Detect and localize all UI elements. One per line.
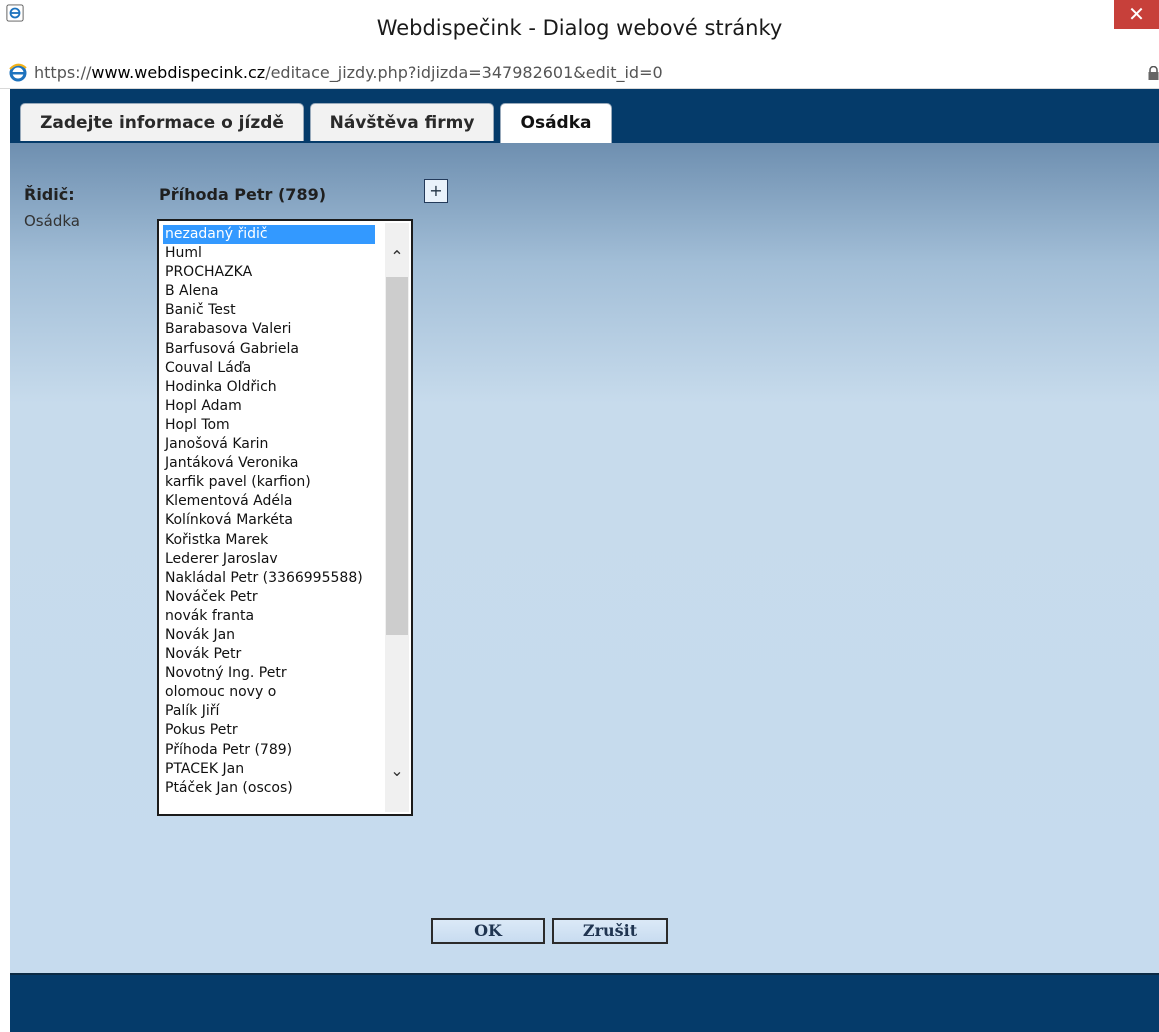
list-item[interactable]: Barabasova Valeri (163, 320, 375, 339)
list-item[interactable]: olomouc novy o (163, 683, 375, 702)
close-button[interactable]: ✕ (1114, 0, 1159, 29)
tab-strip: Zadejte informace o jízdě Návštěva firmy… (10, 89, 1159, 143)
driver-value: Příhoda Petr (789) (159, 185, 327, 204)
tab-trip-info[interactable]: Zadejte informace o jízdě (20, 103, 304, 141)
list-item[interactable]: Kořistka Marek (163, 531, 375, 550)
crew-list: nezadaný řidič Huml PROCHAZKA B Alena Banič … (159, 221, 411, 798)
list-item[interactable]: PTACEK Jan (163, 760, 375, 779)
cancel-button[interactable]: Zrušit (552, 918, 668, 944)
window-title: Webdispečink - Dialog webové stránky (376, 16, 783, 40)
list-item[interactable]: Hopl Adam (163, 397, 375, 416)
list-item[interactable]: Huml (163, 244, 375, 263)
list-item[interactable]: B Alena (163, 282, 375, 301)
list-item[interactable]: Pokus Petr (163, 721, 375, 740)
chevron-up-icon[interactable]: ⌃ (385, 243, 409, 271)
url-path: /editace_jizdy.php?idjizda=347982601&edi… (265, 63, 663, 82)
url-domain: www.webdispecink.cz (91, 63, 266, 82)
list-item[interactable]: Ptáček Jan (oscos) (163, 779, 375, 798)
list-item[interactable]: Hopl Tom (163, 416, 375, 435)
list-item[interactable]: Příhoda Petr (789) (163, 741, 375, 760)
list-item[interactable]: Palík Jiří (163, 702, 375, 721)
list-item[interactable]: Nováček Petr (163, 588, 375, 607)
chevron-down-icon[interactable]: ⌄ (385, 757, 409, 785)
url-text: https://www.webdispecink.cz/editace_jizd… (34, 63, 663, 82)
crew-label: Osádka (24, 212, 80, 230)
scrollbar-thumb[interactable] (386, 277, 408, 635)
ok-button[interactable]: OK (431, 918, 545, 944)
list-item[interactable]: Novák Petr (163, 645, 375, 664)
list-item[interactable]: karfik pavel (karfion) (163, 473, 375, 492)
lock-icon (1148, 66, 1159, 80)
footer-bar (10, 975, 1159, 1032)
add-driver-button[interactable]: + (424, 179, 448, 203)
list-item[interactable]: Couval Láďa (163, 359, 375, 378)
tab-company-visit[interactable]: Návštěva firmy (310, 103, 494, 141)
list-item[interactable]: Nakládal Petr (3366995588) (163, 569, 375, 588)
tab-crew[interactable]: Osádka (500, 103, 612, 143)
list-item[interactable]: Klementová Adéla (163, 492, 375, 511)
crew-listbox[interactable]: nezadaný řidič Huml PROCHAZKA B Alena Banič … (157, 219, 413, 816)
window-frame-edge (0, 89, 10, 1032)
ie-page-icon (9, 63, 27, 82)
driver-label: Řidič: (24, 185, 75, 204)
close-icon: ✕ (1128, 2, 1145, 26)
list-item[interactable]: Novotný Ing. Petr (163, 664, 375, 683)
plus-icon: + (429, 181, 443, 200)
listbox-scrollbar[interactable]: ⌃ ⌄ (385, 223, 409, 812)
list-item[interactable]: Jantáková Veronika (163, 454, 375, 473)
window-title-bar: Webdispečink - Dialog webové stránky ✕ (0, 0, 1159, 58)
list-item[interactable]: novák franta (163, 607, 375, 626)
address-bar: https://www.webdispecink.cz/editace_jizd… (0, 58, 1159, 89)
list-item[interactable]: Lederer Jaroslav (163, 550, 375, 569)
list-item[interactable]: Hodinka Oldřich (163, 378, 375, 397)
list-item[interactable]: Janošová Karin (163, 435, 375, 454)
list-item[interactable]: Kolínková Markéta (163, 511, 375, 530)
list-item[interactable]: Barfusová Gabriela (163, 340, 375, 359)
list-item[interactable]: Novák Jan (163, 626, 375, 645)
list-item[interactable]: nezadaný řidič (163, 225, 375, 245)
list-item[interactable]: Banič Test (163, 301, 375, 320)
list-item[interactable]: PROCHAZKA (163, 263, 375, 282)
url-scheme: https:// (34, 63, 92, 82)
